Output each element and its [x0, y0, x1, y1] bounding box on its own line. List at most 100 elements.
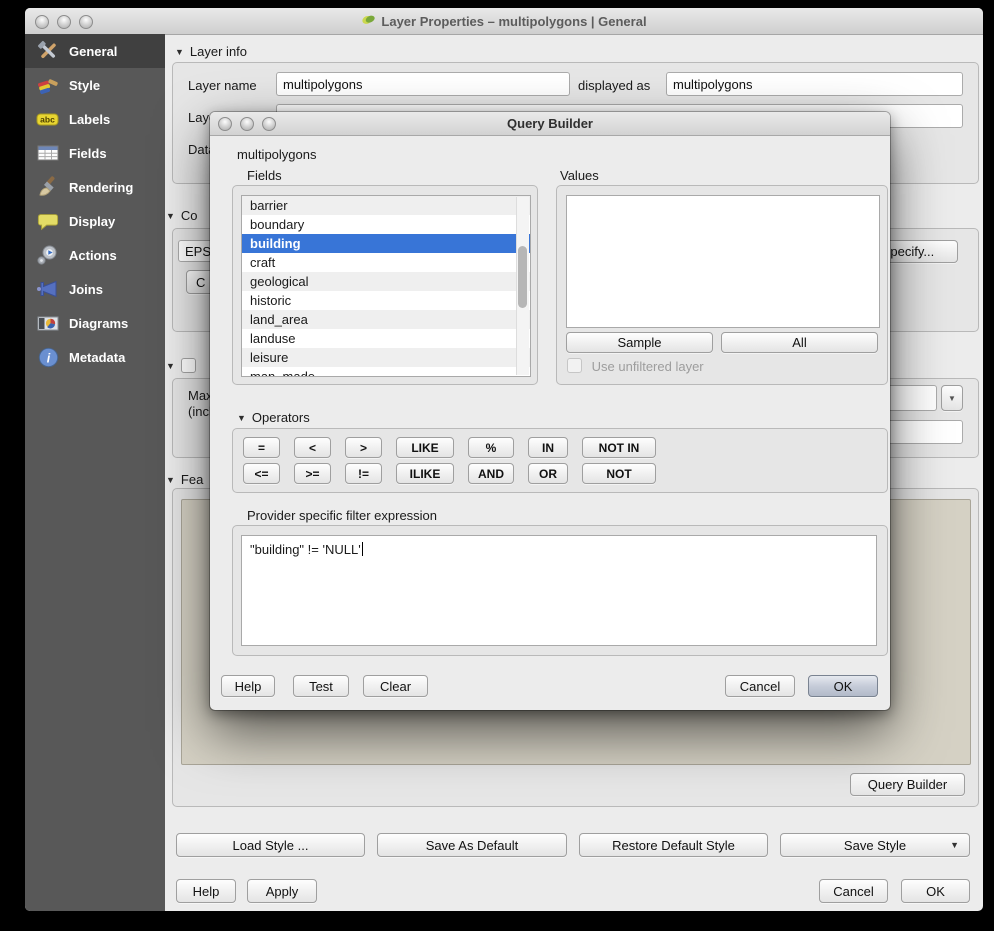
dialog-layer-name: multipolygons — [237, 147, 317, 162]
dialog-test-button[interactable]: Test — [293, 675, 349, 697]
gears-icon — [35, 243, 61, 267]
sidebar-item-fields[interactable]: Fields — [25, 136, 165, 170]
use-unfiltered-label: Use unfiltered layer — [592, 359, 704, 374]
operator-le-button[interactable]: <= — [243, 463, 280, 484]
sidebar-label: Labels — [69, 112, 110, 127]
feature-subset-section-header[interactable]: ▼ Fea — [166, 472, 203, 487]
operator-ilike-button[interactable]: ILIKE — [396, 463, 454, 484]
sidebar-item-labels[interactable]: abc Labels — [25, 102, 165, 136]
restore-default-style-button[interactable]: Restore Default Style — [579, 833, 768, 857]
max-scale-label: Max — [188, 388, 213, 403]
layer-name-label: Layer name — [188, 78, 257, 93]
operator-ne-button[interactable]: != — [345, 463, 382, 484]
window-title: Layer Properties – multipolygons | Gener… — [25, 8, 983, 34]
desktop: Layer Properties – multipolygons | Gener… — [0, 0, 994, 931]
field-row[interactable]: man_made — [242, 367, 530, 377]
field-row[interactable]: geological — [242, 272, 530, 291]
ok-button[interactable]: OK — [901, 879, 970, 903]
operators-groupbox: = < > LIKE % IN NOT IN <= >= != ILIKE AN… — [232, 428, 888, 493]
svg-text:i: i — [46, 351, 50, 365]
operator-pct-button[interactable]: % — [468, 437, 514, 458]
layer-name-input[interactable] — [276, 72, 570, 96]
fields-label: Fields — [247, 168, 282, 183]
values-label: Values — [560, 168, 599, 183]
operator-ge-button[interactable]: >= — [294, 463, 331, 484]
sidebar-item-rendering[interactable]: Rendering — [25, 170, 165, 204]
dialog-ok-button[interactable]: OK — [808, 675, 878, 697]
all-button[interactable]: All — [721, 332, 878, 353]
operators-section-header[interactable]: ▼ Operators — [237, 410, 310, 425]
sidebar-item-joins[interactable]: Joins — [25, 272, 165, 306]
operator-and-button[interactable]: AND — [468, 463, 514, 484]
save-style-button[interactable]: Save Style ▼ — [780, 833, 970, 857]
operator-lt-button[interactable]: < — [294, 437, 331, 458]
text-cursor — [362, 542, 363, 556]
field-row[interactable]: craft — [242, 253, 530, 272]
tools-icon — [35, 39, 61, 63]
sidebar-label: Style — [69, 78, 100, 93]
fields-groupbox: barrier boundary building craft geologic… — [232, 185, 538, 385]
brush-icon — [35, 175, 61, 199]
sidebar-item-actions[interactable]: Actions — [25, 238, 165, 272]
scale-combo-arrow-button[interactable]: ▼ — [941, 385, 963, 411]
field-row[interactable]: historic — [242, 291, 530, 310]
save-as-default-button[interactable]: Save As Default — [377, 833, 567, 857]
operator-notin-button[interactable]: NOT IN — [582, 437, 656, 458]
dialog-cancel-button[interactable]: Cancel — [725, 675, 795, 697]
values-list[interactable] — [566, 195, 880, 328]
apply-button[interactable]: Apply — [247, 879, 317, 903]
disclosure-triangle-icon: ▼ — [237, 413, 246, 423]
operator-gt-button[interactable]: > — [345, 437, 382, 458]
crs-section-header[interactable]: ▼ Co — [166, 208, 198, 223]
displayed-as-input[interactable] — [666, 72, 963, 96]
operator-in-button[interactable]: IN — [528, 437, 568, 458]
chevron-down-icon: ▼ — [950, 840, 959, 850]
operator-or-button[interactable]: OR — [528, 463, 568, 484]
use-unfiltered-row: Use unfiltered layer — [567, 358, 704, 374]
expression-textarea[interactable]: "building" != 'NULL' — [241, 535, 877, 646]
layer-info-section-header[interactable]: ▼ Layer info — [175, 44, 247, 59]
sidebar: General Style abc Labels Fields Renderin… — [25, 34, 165, 911]
table-icon — [35, 141, 61, 165]
sidebar-label: Actions — [69, 248, 117, 263]
sample-button[interactable]: Sample — [566, 332, 713, 353]
chevron-down-icon: ▼ — [948, 394, 956, 403]
sidebar-item-style[interactable]: Style — [25, 68, 165, 102]
sidebar-item-metadata[interactable]: i Metadata — [25, 340, 165, 374]
disclosure-triangle-icon: ▼ — [166, 475, 175, 485]
sidebar-label: Diagrams — [69, 316, 128, 331]
help-button[interactable]: Help — [176, 879, 236, 903]
scrollbar-thumb[interactable] — [518, 246, 527, 308]
field-row[interactable]: leisure — [242, 348, 530, 367]
displayed-as-label: displayed as — [578, 78, 650, 93]
sidebar-item-display[interactable]: Display — [25, 204, 165, 238]
query-builder-button[interactable]: Query Builder — [850, 773, 965, 796]
cancel-button[interactable]: Cancel — [819, 879, 888, 903]
dialog-help-button[interactable]: Help — [221, 675, 275, 697]
sidebar-label: Fields — [69, 146, 107, 161]
diagram-icon — [35, 311, 61, 335]
use-unfiltered-checkbox[interactable] — [567, 358, 582, 373]
sidebar-item-general[interactable]: General — [25, 34, 165, 68]
scale-visibility-section-header[interactable]: ▼ — [166, 358, 196, 373]
fields-list[interactable]: barrier boundary building craft geologic… — [241, 195, 531, 377]
sidebar-label: Rendering — [69, 180, 133, 195]
field-row[interactable]: barrier — [242, 196, 530, 215]
info-icon: i — [35, 346, 61, 369]
operator-like-button[interactable]: LIKE — [396, 437, 454, 458]
dialog-clear-button[interactable]: Clear — [363, 675, 428, 697]
query-builder-dialog: Query Builder multipolygons Fields barri… — [210, 112, 890, 710]
disclosure-triangle-icon: ▼ — [175, 47, 184, 57]
field-row[interactable]: boundary — [242, 215, 530, 234]
load-style-button[interactable]: Load Style ... — [176, 833, 365, 857]
field-row[interactable]: land_area — [242, 310, 530, 329]
fields-scrollbar[interactable] — [516, 197, 529, 375]
incl-label: (incl — [188, 404, 212, 419]
field-row-selected[interactable]: building — [242, 234, 530, 253]
sidebar-item-diagrams[interactable]: Diagrams — [25, 306, 165, 340]
operator-not-button[interactable]: NOT — [582, 463, 656, 484]
operator-eq-button[interactable]: = — [243, 437, 280, 458]
sidebar-label: General — [69, 44, 117, 59]
field-row[interactable]: landuse — [242, 329, 530, 348]
scale-visibility-checkbox[interactable] — [181, 358, 196, 373]
